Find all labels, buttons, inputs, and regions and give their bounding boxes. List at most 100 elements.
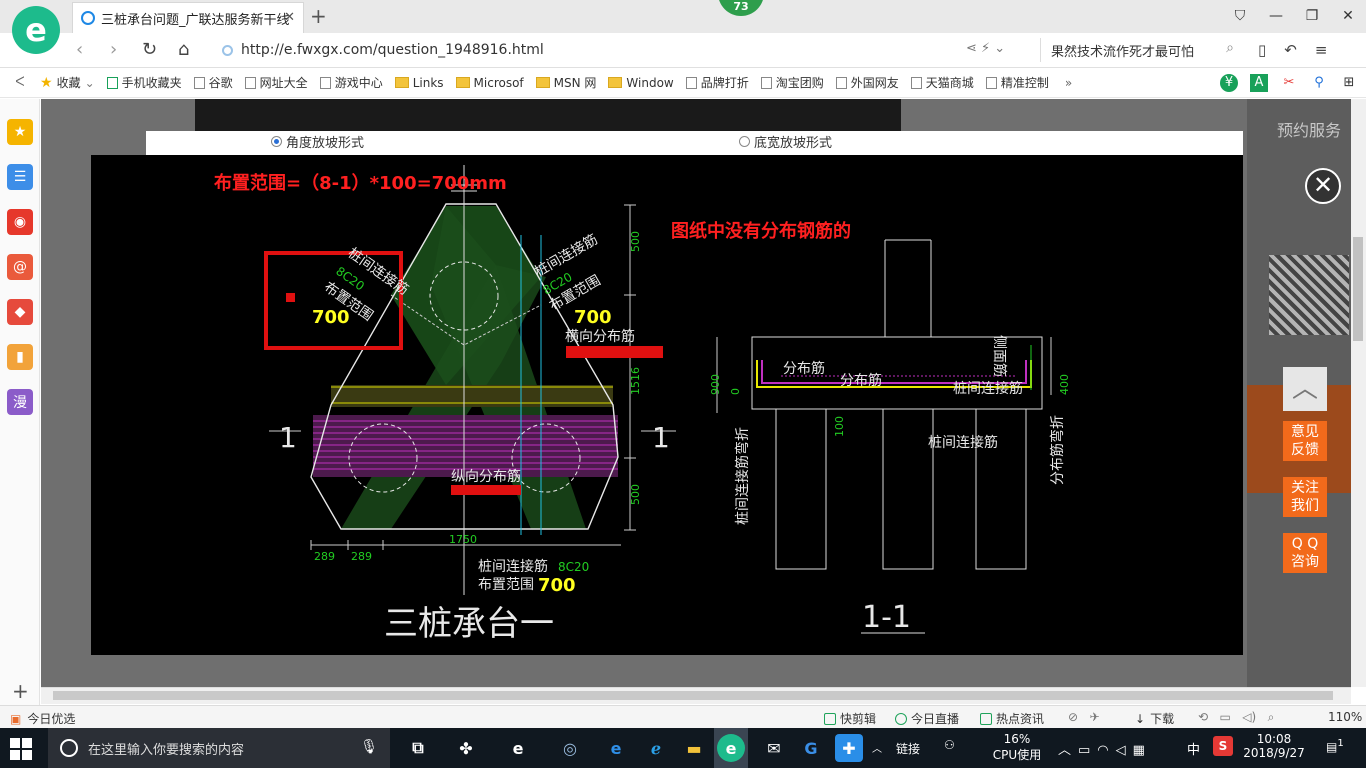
forward-icon[interactable]: ›: [110, 39, 117, 60]
swirl-app-icon[interactable]: ◎: [556, 734, 584, 762]
sidebar-weibo-icon[interactable]: ◉: [7, 209, 33, 235]
person-icon[interactable]: ⚇: [944, 738, 955, 752]
find-icon[interactable]: ⚲: [1310, 74, 1328, 92]
hot-news-item[interactable]: 热点资讯: [980, 710, 1044, 727]
status-bar: ▣ 今日优选 快剪辑 今日直播 热点资讯 ⊘ ✈ ↓ 下载 ⟲ ▭ ◁) ⌕ 110…: [0, 705, 1366, 728]
sidebar-add-icon[interactable]: +: [12, 679, 29, 703]
live-item[interactable]: 今日直播: [895, 710, 959, 727]
mail-icon[interactable]: ✉: [760, 734, 788, 762]
search-field[interactable]: 果然技术流作死才最可怕 ⌕: [1040, 38, 1240, 62]
sidebar-mail-icon[interactable]: @: [7, 254, 33, 280]
edge-icon[interactable]: e: [602, 734, 630, 762]
download-item[interactable]: ↓ 下载: [1135, 710, 1174, 727]
bookmark-label: 游戏中心: [334, 76, 383, 90]
translate-icon[interactable]: A: [1250, 74, 1268, 92]
option-angle-radio[interactable]: 角度放坡形式: [271, 132, 364, 151]
bookmark-more-icon[interactable]: »: [1065, 76, 1072, 90]
plus-app-icon[interactable]: ✚: [835, 734, 863, 762]
bookmark-item[interactable]: 外国网友: [835, 74, 899, 91]
horizontal-scroll-thumb[interactable]: [53, 691, 1333, 700]
tray-chevron-icon[interactable]: ︿: [872, 740, 882, 755]
bookmark-item[interactable]: 精准控制: [985, 74, 1049, 91]
phone-icon[interactable]: ▯: [1258, 41, 1266, 59]
bookmark-item[interactable]: MSN 网: [535, 74, 596, 91]
refresh-icon[interactable]: ↻: [142, 39, 157, 60]
qq-consult-button[interactable]: Q Q 咨询: [1283, 533, 1327, 573]
option-width-radio[interactable]: 底宽放坡形式: [739, 132, 832, 151]
back-icon[interactable]: ‹: [76, 39, 83, 60]
shield-icon[interactable]: ¥: [1220, 74, 1238, 92]
search-icon[interactable]: ⌕: [1226, 40, 1234, 56]
restore-button[interactable]: ❐: [1294, 0, 1330, 33]
file-explorer-icon[interactable]: ▬: [680, 734, 708, 762]
skin-button[interactable]: ⛉: [1222, 0, 1258, 33]
feedback-button[interactable]: 意见 反馈: [1283, 421, 1327, 461]
quick-cut-item[interactable]: 快剪辑: [824, 710, 876, 727]
sogou-icon[interactable]: S: [1213, 736, 1233, 756]
notification-center-icon[interactable]: ▤1: [1326, 738, 1344, 754]
active-browser-icon[interactable]: e: [717, 734, 745, 762]
tray-system-icons[interactable]: ︿▭◠◁▦: [1058, 739, 1152, 758]
start-button[interactable]: [10, 738, 32, 760]
taskbar-search[interactable]: 在这里输入你要搜索的内容 🎙: [48, 728, 390, 768]
browser-tab[interactable]: 三桩承台问题_广联达服务新干线 ✕: [72, 2, 304, 33]
browser-logo[interactable]: e: [12, 6, 60, 54]
modal-close-button[interactable]: ✕: [1305, 168, 1341, 204]
bookmark-item[interactable]: 游戏中心: [319, 74, 383, 91]
new-tab-button[interactable]: +: [310, 4, 327, 28]
browser-e-icon[interactable]: e: [504, 734, 532, 762]
bookmark-label: 淘宝团购: [775, 76, 824, 90]
home-icon[interactable]: ⌂: [178, 39, 189, 60]
dim-289-left: 289: [314, 550, 335, 563]
task-view-icon[interactable]: ⧉: [404, 734, 432, 762]
ie-icon[interactable]: ℯ: [642, 734, 670, 762]
microphone-icon[interactable]: 🎙: [360, 739, 378, 755]
tab-close-icon[interactable]: ✕: [284, 10, 295, 25]
scissors-icon[interactable]: ✂: [1280, 74, 1298, 92]
site-info-icon[interactable]: [222, 44, 233, 56]
apps-icon[interactable]: ⊞: [1340, 74, 1358, 92]
search-text[interactable]: 果然技术流作死才最可怕: [1051, 41, 1194, 60]
cpu-usage[interactable]: 16% CPU使用: [990, 732, 1044, 763]
back-to-top-button[interactable]: ︿: [1283, 367, 1327, 411]
bookmark-item[interactable]: 品牌打折: [685, 74, 749, 91]
vertical-scroll-thumb[interactable]: [1353, 237, 1363, 341]
link-label[interactable]: 链接: [896, 740, 920, 757]
ime-indicator[interactable]: 中: [1187, 739, 1200, 758]
bookmark-item[interactable]: Links: [394, 76, 444, 90]
bookmark-item[interactable]: ★ 收藏 ⌄: [40, 74, 95, 91]
menu-icon[interactable]: ≡: [1315, 41, 1328, 59]
bookmark-item[interactable]: Window: [608, 76, 674, 90]
zoom-level[interactable]: 110%: [1328, 710, 1362, 724]
phone-icon: [106, 76, 118, 89]
url-field[interactable]: http://e.fwxgx.com/question_1948916.html: [222, 38, 1032, 62]
url-text[interactable]: http://e.fwxgx.com/question_1948916.html: [241, 42, 544, 58]
daily-pick-item[interactable]: ▣ 今日优选: [10, 710, 75, 727]
bookmark-item[interactable]: 谷歌: [193, 74, 233, 91]
sidebar-novel-icon[interactable]: ▮: [7, 344, 33, 370]
sidebar-game-icon[interactable]: ◆: [7, 299, 33, 325]
status-extra-icons[interactable]: ⟲ ▭ ◁) ⌕: [1198, 710, 1274, 725]
bookmark-item[interactable]: 淘宝团购: [760, 74, 824, 91]
fan-app-icon[interactable]: ✤: [452, 734, 480, 762]
close-window-button[interactable]: ✕: [1330, 0, 1366, 33]
bookmark-item[interactable]: Microsof: [455, 76, 524, 90]
notification-badge[interactable]: 73: [718, 0, 764, 16]
follow-line-1: 关注: [1291, 480, 1319, 496]
undo-icon[interactable]: ↶: [1284, 41, 1297, 59]
minimize-button[interactable]: —: [1258, 0, 1294, 33]
vertical-scrollbar[interactable]: [1351, 99, 1366, 687]
horizontal-scrollbar[interactable]: [41, 687, 1351, 704]
bookmark-item[interactable]: 网址大全: [244, 74, 308, 91]
sidebar-favorites-icon[interactable]: ★: [7, 119, 33, 145]
follow-us-button[interactable]: 关注 我们: [1283, 477, 1327, 517]
bookmark-item[interactable]: 手机收藏夹: [106, 74, 182, 91]
collapse-sidebar-icon[interactable]: ᐸ: [0, 75, 40, 90]
share-lightning-icons[interactable]: ⋖ ⚡ ⌄: [966, 41, 1005, 56]
sidebar-comic-icon[interactable]: 漫: [7, 389, 33, 415]
g-app-icon[interactable]: G: [797, 734, 825, 762]
status-tool-icons[interactable]: ⊘ ✈: [1068, 710, 1100, 724]
bookmark-item[interactable]: 天猫商城: [910, 74, 974, 91]
clock[interactable]: 10:08 2018/9/27: [1240, 732, 1308, 760]
sidebar-news-icon[interactable]: ☰: [7, 164, 33, 190]
